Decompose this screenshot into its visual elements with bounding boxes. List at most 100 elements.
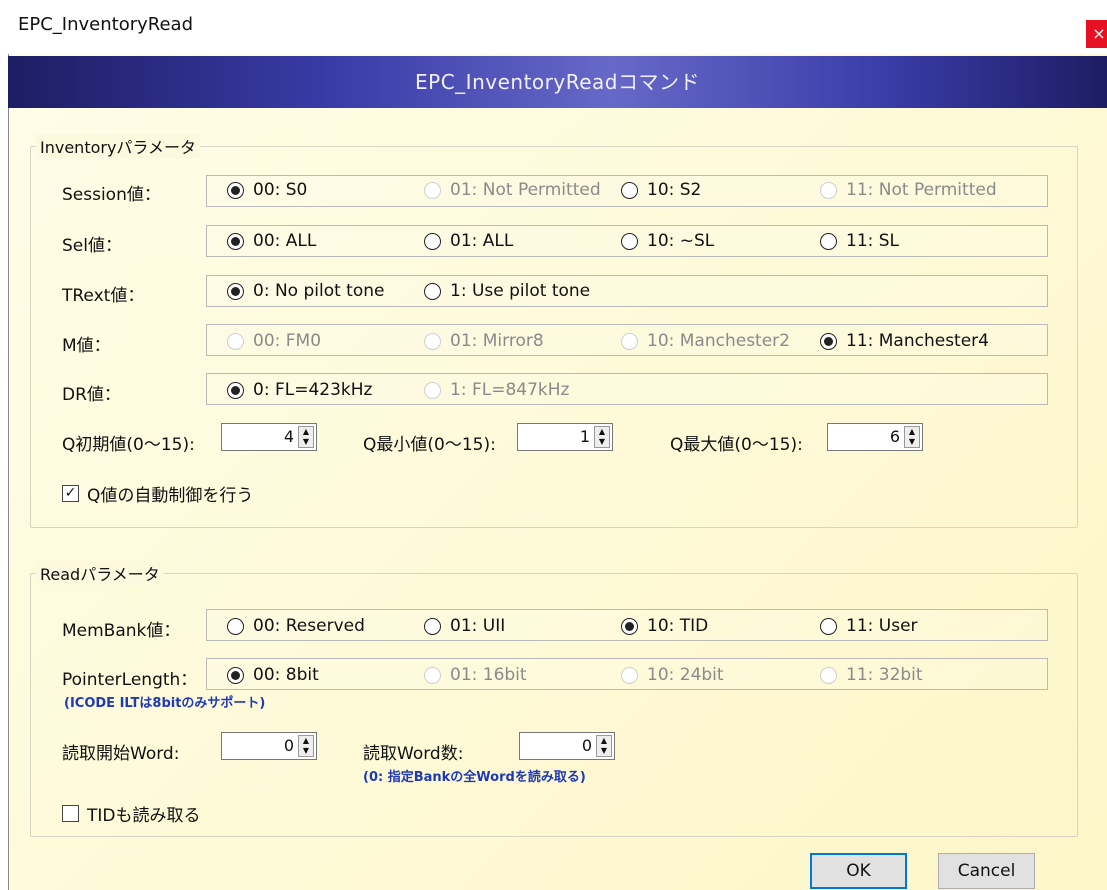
dr-label: DR値： xyxy=(62,385,121,405)
pointer-option-label: 00: 8bit xyxy=(253,665,319,685)
sel-option-00[interactable]: 00: ALL xyxy=(227,231,316,251)
auto-q-label: Q値の自動制御を行う xyxy=(87,486,254,506)
radio-icon xyxy=(820,666,837,684)
spinner-arrows-icon[interactable]: ▲ ▼ xyxy=(596,735,612,757)
membank-option-10[interactable]: 10: TID xyxy=(621,616,708,636)
membank-label: MemBank値： xyxy=(62,621,181,641)
inventory-group-label: Inventoryパラメータ xyxy=(36,134,200,158)
dr-option-1: 1: FL=847kHz xyxy=(424,380,569,400)
radio-icon xyxy=(424,332,441,350)
radio-icon xyxy=(424,381,441,399)
dr-option-0[interactable]: 0: FL=423kHz xyxy=(227,380,372,400)
radio-selected-icon xyxy=(227,232,244,250)
radio-icon xyxy=(227,332,244,350)
word-count-label: 読取Word数: xyxy=(363,744,464,764)
sel-option-10[interactable]: 10: ~SL xyxy=(621,231,714,251)
radio-icon xyxy=(621,332,638,350)
spinner-arrows-icon[interactable]: ▲ ▼ xyxy=(298,426,314,448)
pointer-option-label: 01: 16bit xyxy=(450,665,527,685)
word-count-stepper[interactable]: 0 ▲ ▼ xyxy=(519,732,615,760)
radio-selected-icon xyxy=(227,181,244,199)
radio-selected-icon xyxy=(227,666,244,684)
word-count-note: (0: 指定Bankの全Wordを読み取る) xyxy=(363,770,586,785)
m-option-00: 00: FM0 xyxy=(227,331,321,351)
sel-option-01[interactable]: 01: ALL xyxy=(424,231,513,251)
radio-icon xyxy=(424,617,441,635)
q-min-label: Q最小値(0〜15): xyxy=(363,435,496,455)
q-max-stepper[interactable]: 6 ▲ ▼ xyxy=(827,423,923,451)
word-count-value: 0 xyxy=(581,736,592,755)
membank-option-label: 11: User xyxy=(846,616,918,636)
radio-icon xyxy=(820,181,837,199)
q-initial-value: 4 xyxy=(283,427,294,446)
close-icon[interactable]: × xyxy=(1086,20,1107,48)
radio-icon xyxy=(424,666,441,684)
membank-option-label: 00: Reserved xyxy=(253,616,365,636)
radio-icon xyxy=(621,666,638,684)
cancel-button[interactable]: Cancel xyxy=(938,853,1035,889)
session-option-01: 01: Not Permitted xyxy=(424,180,601,200)
m-option-11[interactable]: 11: Manchester4 xyxy=(820,331,989,351)
read-tid-label: TIDも読み取る xyxy=(87,806,201,826)
radio-icon xyxy=(820,617,837,635)
membank-option-11[interactable]: 11: User xyxy=(820,616,918,636)
sel-option-label: 01: ALL xyxy=(450,231,514,251)
start-word-value: 0 xyxy=(283,736,294,755)
sel-option-label: 00: ALL xyxy=(253,231,317,251)
membank-option-01[interactable]: 01: UII xyxy=(424,616,505,636)
sel-label: Sel値： xyxy=(62,236,122,256)
session-option-label: 10: S2 xyxy=(647,180,702,200)
q-min-value: 1 xyxy=(579,427,590,446)
trext-option-0[interactable]: 0: No pilot tone xyxy=(227,281,384,301)
ok-button[interactable]: OK xyxy=(810,853,907,889)
session-label: Session値： xyxy=(62,185,161,205)
q-min-stepper[interactable]: 1 ▲ ▼ xyxy=(517,423,613,451)
dr-option-label: 0: FL=423kHz xyxy=(253,380,373,400)
pointer-option-00[interactable]: 00: 8bit xyxy=(227,665,319,685)
q-max-label: Q最大値(0〜15): xyxy=(670,435,803,455)
spinner-arrows-icon[interactable]: ▲ ▼ xyxy=(298,735,314,757)
dialog-banner: EPC_InventoryReadコマンド xyxy=(8,56,1107,108)
session-option-11: 11: Not Permitted xyxy=(820,180,997,200)
start-word-label: 読取開始Word: xyxy=(62,744,180,764)
m-label: M値： xyxy=(62,336,111,356)
sel-option-label: 10: ~SL xyxy=(647,231,715,251)
session-option-10[interactable]: 10: S2 xyxy=(621,180,701,200)
radio-icon xyxy=(424,181,441,199)
session-option-label: 00: S0 xyxy=(253,180,308,200)
read-tid-checkbox[interactable]: TIDも読み取る xyxy=(62,801,201,826)
m-option-label: 01: Mirror8 xyxy=(450,331,544,351)
pointer-length-label: PointerLength： xyxy=(62,670,198,690)
radio-selected-icon xyxy=(227,381,244,399)
pointer-option-11: 11: 32bit xyxy=(820,665,923,685)
q-initial-stepper[interactable]: 4 ▲ ▼ xyxy=(221,423,317,451)
auto-q-checkbox[interactable]: ✓ Q値の自動制御を行う xyxy=(62,481,253,506)
trext-option-1[interactable]: 1: Use pilot tone xyxy=(424,281,590,301)
spinner-arrows-icon[interactable]: ▲ ▼ xyxy=(904,426,920,448)
m-option-label: 11: Manchester4 xyxy=(846,331,989,351)
session-option-00[interactable]: 00: S0 xyxy=(227,180,307,200)
m-option-10: 10: Manchester2 xyxy=(621,331,790,351)
radio-icon xyxy=(621,232,638,250)
read-group-label: Readパラメータ xyxy=(36,561,164,585)
membank-option-00[interactable]: 00: Reserved xyxy=(227,616,365,636)
radio-icon xyxy=(424,282,441,300)
sel-option-11[interactable]: 11: SL xyxy=(820,231,899,251)
radio-icon xyxy=(227,617,244,635)
start-word-stepper[interactable]: 0 ▲ ▼ xyxy=(221,732,317,760)
q-max-value: 6 xyxy=(889,427,900,446)
dr-option-label: 1: FL=847kHz xyxy=(450,380,570,400)
spinner-arrows-icon[interactable]: ▲ ▼ xyxy=(594,426,610,448)
pointer-length-note: (ICODE ILTは8bitのみサポート) xyxy=(64,696,266,711)
sel-option-label: 11: SL xyxy=(846,231,900,251)
trext-option-label: 1: Use pilot tone xyxy=(450,281,591,301)
radio-icon xyxy=(820,232,837,250)
session-option-label: 11: Not Permitted xyxy=(846,180,997,200)
radio-selected-icon xyxy=(227,282,244,300)
m-option-label: 10: Manchester2 xyxy=(647,331,790,351)
q-initial-label: Q初期値(0〜15): xyxy=(62,435,195,455)
pointer-option-01: 01: 16bit xyxy=(424,665,527,685)
pointer-option-10: 10: 24bit xyxy=(621,665,724,685)
membank-option-label: 10: TID xyxy=(647,616,709,636)
session-option-label: 01: Not Permitted xyxy=(450,180,601,200)
